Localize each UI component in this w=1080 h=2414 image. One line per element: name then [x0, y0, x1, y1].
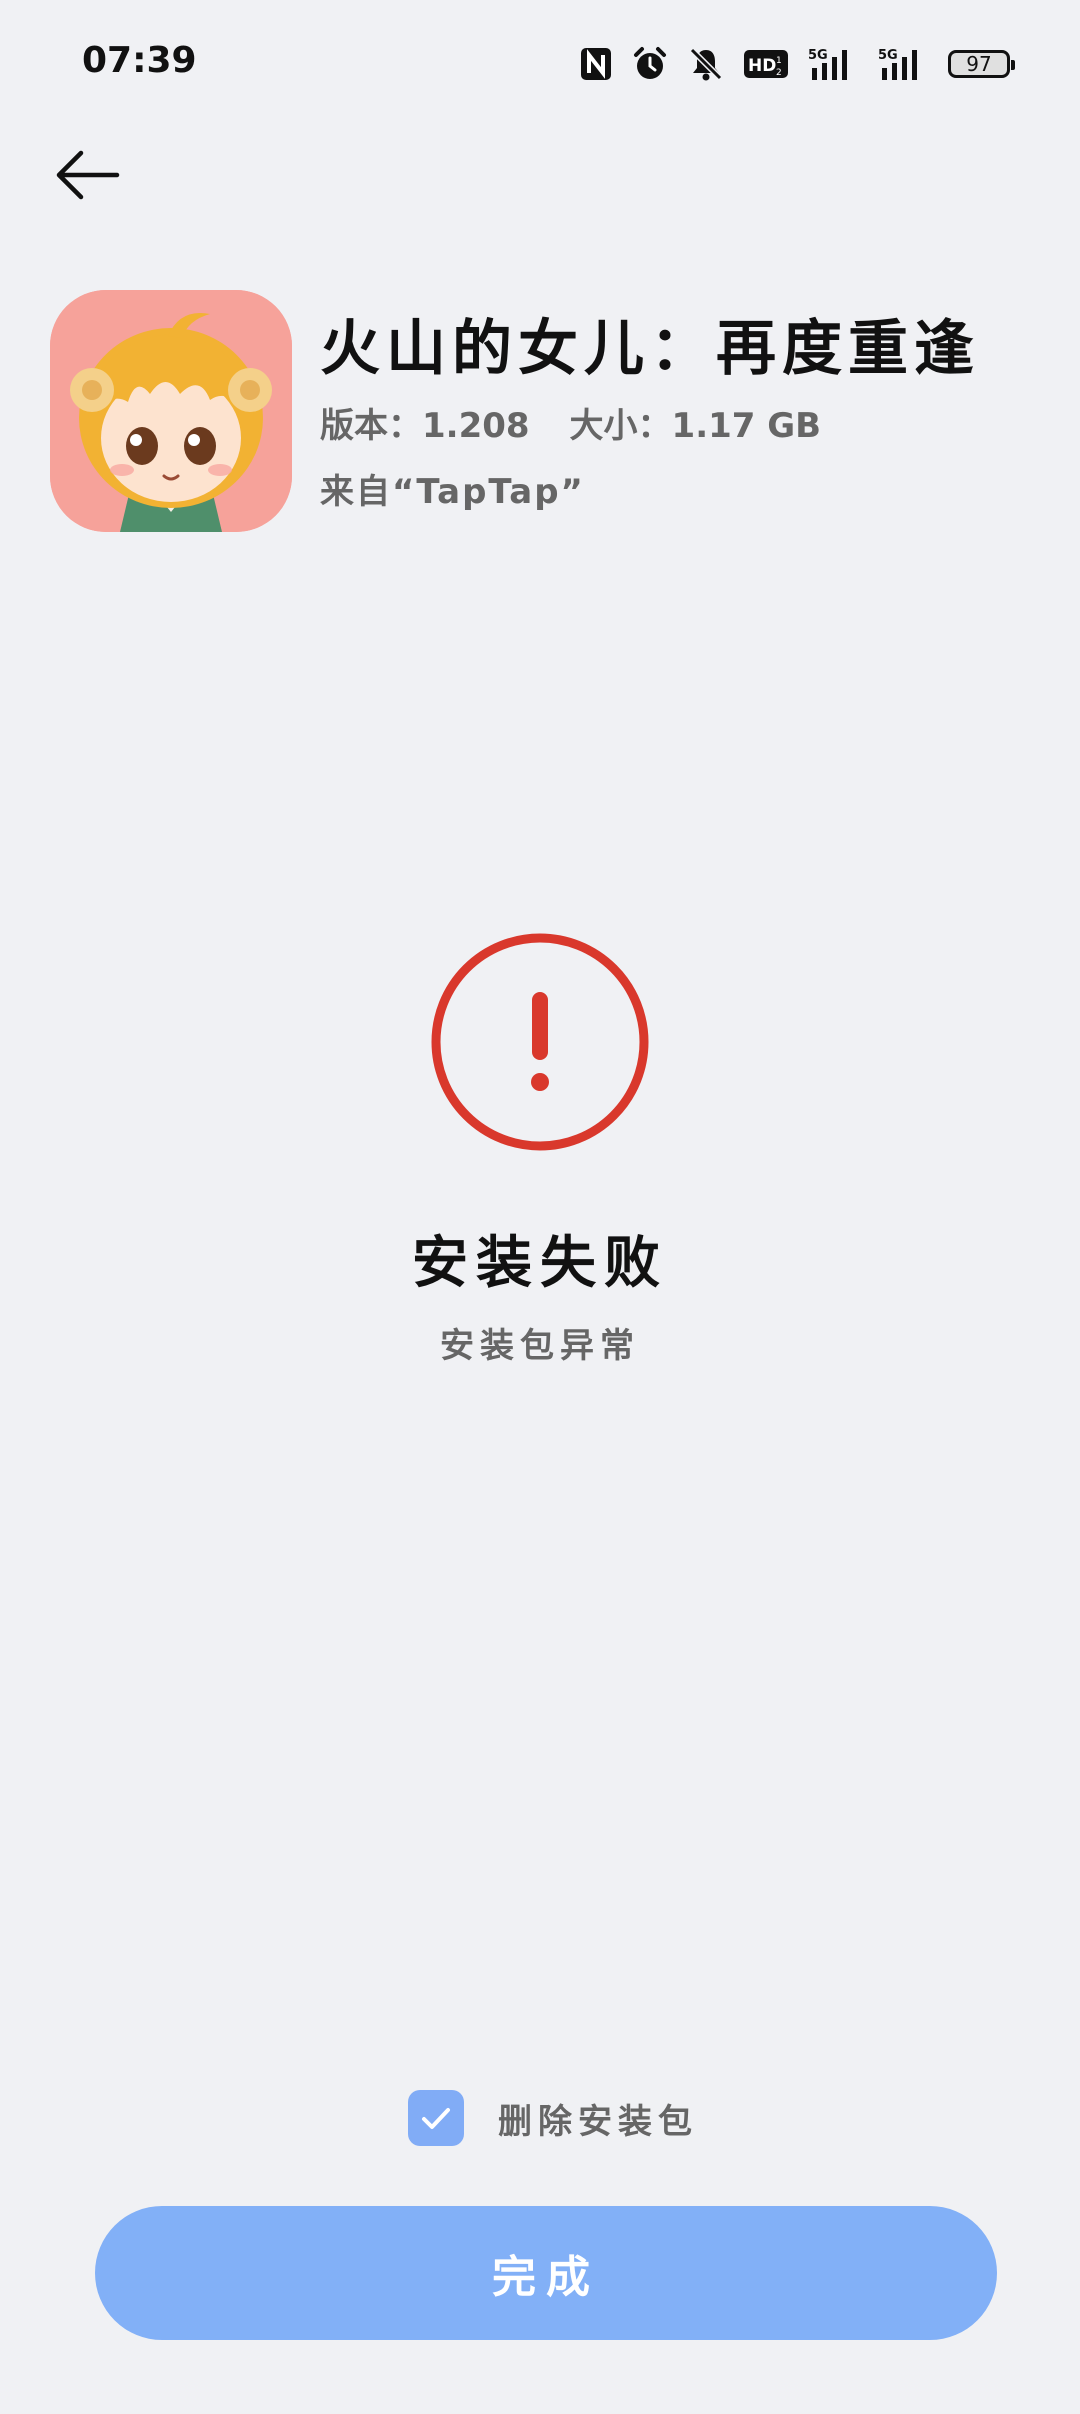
error-exclamation-icon — [428, 930, 652, 1154]
svg-text:2: 2 — [776, 68, 782, 78]
status-time: 07:39 — [82, 40, 197, 81]
check-icon — [422, 2108, 450, 2129]
hd-icon: HD 1 2 — [744, 49, 788, 79]
5g-signal-icon: 5G — [808, 46, 858, 82]
back-arrow-icon — [56, 150, 120, 200]
svg-text:HD: HD — [748, 56, 776, 76]
nfc-icon — [580, 47, 612, 81]
svg-text:5G: 5G — [808, 48, 828, 63]
app-meta: 版本：1.208 大小：1.17 GB — [320, 398, 821, 447]
delete-package-option[interactable]: 删除安装包 — [408, 2090, 698, 2146]
app-size: 大小：1.17 GB — [569, 406, 822, 446]
delete-package-checkbox[interactable] — [408, 2090, 464, 2146]
app-icon — [50, 290, 292, 532]
battery-icon: 97 — [948, 50, 1015, 78]
app-version: 版本：1.208 — [320, 406, 530, 446]
delete-package-label: 删除安装包 — [498, 2101, 698, 2142]
result-subtitle: 安装包异常 — [440, 1326, 640, 1366]
app-name: 火山的女儿：再度重逢 — [320, 314, 980, 384]
status-bar: 07:39 HD 1 2 5G 5G 97 — [0, 0, 1080, 120]
status-icons: HD 1 2 5G 5G 97 — [580, 44, 1015, 84]
alarm-icon — [632, 46, 668, 82]
app-source: 来自“TapTap” — [320, 472, 585, 512]
back-button[interactable] — [46, 140, 126, 210]
battery-level: 97 — [966, 52, 992, 76]
done-button[interactable]: 完成 — [95, 2206, 997, 2340]
result-title: 安装失败 — [412, 1231, 668, 1296]
silent-bell-icon — [688, 46, 724, 82]
install-result-screen: 07:39 HD 1 2 5G 5G 97 火山的女儿：再度重逢 版本：1.20… — [0, 0, 1080, 2414]
done-button-label: 完成 — [492, 2253, 600, 2302]
svg-text:5G: 5G — [878, 48, 898, 63]
5g-signal-icon: 5G — [878, 46, 928, 82]
svg-text:1: 1 — [776, 56, 782, 66]
